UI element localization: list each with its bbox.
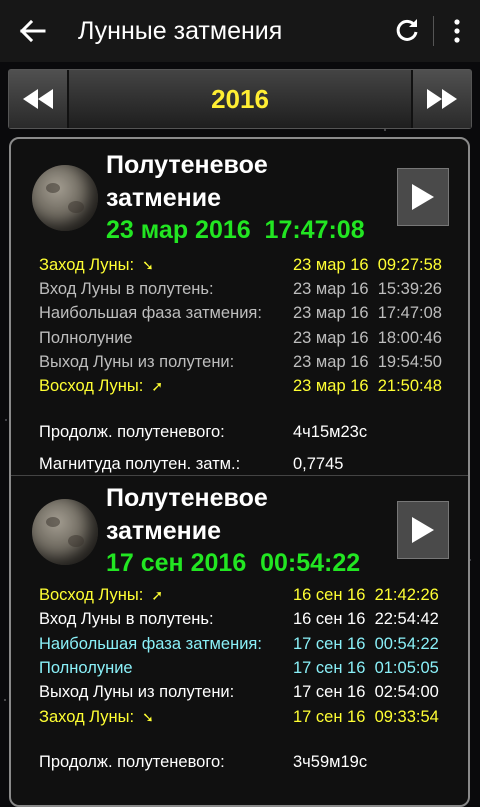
- stat-label: Продолж. полутеневого:: [39, 753, 225, 771]
- eclipse-list: Полутеневое затмение 23 мар 2016 17:47:0…: [9, 137, 470, 807]
- app-bar: Лунные затмения: [0, 0, 480, 62]
- refresh-icon: [396, 19, 418, 41]
- max-phase-row: Наибольшая фаза затмения: 23 мар 16 17:4…: [39, 304, 459, 328]
- row-value: 23 мар 16 09:27:58: [293, 256, 442, 274]
- stat-label: Продолж. полутеневого:: [39, 423, 225, 441]
- stat-label: Магнитуда полутен. затм.:: [39, 455, 241, 473]
- max-phase-row: Наибольшая фаза затмения: 17 сен 16 00:5…: [39, 635, 459, 659]
- row-value: 17 сен 16 00:54:22: [293, 635, 439, 653]
- row-label: Полнолуние: [39, 329, 133, 347]
- app-title: Лунные затмения: [78, 16, 283, 45]
- row-label: Наибольшая фаза затмения:: [39, 635, 262, 653]
- moonrise-row: Восход Луны: ➚ 16 сен 16 21:42:26: [39, 586, 459, 610]
- row-label: Наибольшая фаза затмения:: [39, 304, 262, 322]
- penumbra-exit-row: Выход Луны из полутени: 23 мар 16 19:54:…: [39, 353, 459, 377]
- play-animation-button[interactable]: [397, 168, 449, 226]
- year-selector: 2016: [8, 69, 472, 129]
- penumbra-exit-row: Выход Луны из полутени: 17 сен 16 02:54:…: [39, 683, 459, 707]
- previous-year-button[interactable]: [9, 70, 69, 128]
- penumbral-duration-row: Продолж. полутеневого: 3ч59м19с: [39, 753, 459, 777]
- row-value: 16 сен 16 21:42:26: [293, 586, 439, 604]
- row-label: Вход Луны в полутень:: [39, 280, 214, 298]
- overflow-menu-icon: [454, 19, 460, 43]
- row-label: Заход Луны:: [39, 708, 135, 726]
- row-value: 23 мар 16 19:54:50: [293, 353, 442, 371]
- moonset-row: Заход Луны: ➘ 23 мар 16 09:27:58: [39, 256, 459, 280]
- next-year-button[interactable]: [411, 70, 471, 128]
- back-button[interactable]: [0, 0, 64, 62]
- row-label: Вход Луны в полутень:: [39, 610, 214, 628]
- row-value: 23 мар 16 17:47:08: [293, 304, 442, 322]
- row-label: Восход Луны:: [39, 377, 144, 395]
- row-label: Заход Луны:: [39, 256, 135, 274]
- event-divider: [11, 475, 468, 476]
- row-value: 17 сен 16 02:54:00: [293, 683, 439, 701]
- stat-value: 3ч59м19с: [293, 753, 368, 771]
- eclipse-type-title: Полутеневое затмение: [106, 151, 268, 212]
- moon-image: [32, 499, 98, 565]
- play-animation-button[interactable]: [397, 501, 449, 559]
- row-value: 23 мар 16 18:00:46: [293, 329, 442, 347]
- stat-value: 0,7745: [293, 455, 344, 473]
- moonset-row: Заход Луны: ➘ 17 сен 16 09:33:54: [39, 708, 459, 732]
- row-value: 17 сен 16 01:05:05: [293, 659, 439, 677]
- arrow-down-right-icon: ➘: [142, 709, 154, 725]
- moonrise-row: Восход Луны: ➚ 23 мар 16 21:50:48: [39, 377, 459, 401]
- double-chevron-right-icon: [427, 89, 457, 109]
- full-moon-row: Полнолуние 17 сен 16 01:05:05: [39, 659, 459, 683]
- arrow-down-right-icon: ➘: [142, 257, 154, 273]
- eclipse-datetime: 17 сен 2016 00:54:22: [106, 549, 361, 577]
- penumbra-entry-row: Вход Луны в полутень: 23 мар 16 15:39:26: [39, 280, 459, 304]
- stat-value: 4ч15м23с: [293, 423, 368, 441]
- overflow-menu-button[interactable]: [434, 0, 480, 62]
- penumbral-duration-row: Продолж. полутеневого: 4ч15м23с: [39, 423, 459, 447]
- row-label: Выход Луны из полутени:: [39, 683, 235, 701]
- row-value: 23 мар 16 21:50:48: [293, 377, 442, 395]
- year-label: 2016: [211, 84, 269, 114]
- row-value: 17 сен 16 09:33:54: [293, 708, 439, 726]
- refresh-button[interactable]: [381, 0, 433, 62]
- row-label: Полнолуние: [39, 659, 133, 677]
- row-value: 16 сен 16 22:54:42: [293, 610, 439, 628]
- play-icon: [412, 517, 434, 543]
- double-chevron-left-icon: [23, 89, 53, 109]
- moon-image: [32, 165, 98, 231]
- arrow-up-right-icon: ➚: [151, 587, 164, 603]
- arrow-left-icon: [19, 19, 46, 43]
- row-label: Выход Луны из полутени:: [39, 353, 235, 371]
- eclipse-datetime: 23 мар 2016 17:47:08: [106, 216, 365, 244]
- row-label: Восход Луны:: [39, 586, 144, 604]
- eclipse-type-title: Полутеневое затмение: [106, 484, 268, 545]
- arrow-up-right-icon: ➚: [151, 378, 164, 394]
- row-value: 23 мар 16 15:39:26: [293, 280, 442, 298]
- penumbra-entry-row: Вход Луны в полутень: 16 сен 16 22:54:42: [39, 610, 459, 634]
- play-icon: [412, 184, 434, 210]
- full-moon-row: Полнолуние 23 мар 16 18:00:46: [39, 329, 459, 353]
